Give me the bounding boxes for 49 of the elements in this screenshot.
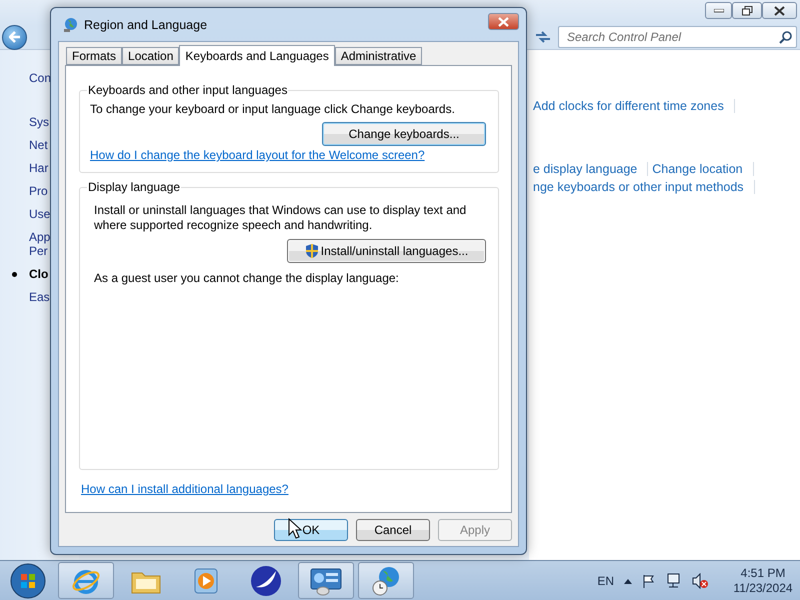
task-link[interactable]: e display language: [529, 162, 648, 176]
close-button[interactable]: [762, 2, 797, 19]
change-keyboards-button[interactable]: Change keyboards...: [322, 122, 486, 146]
instruction-text: To change your keyboard or input language click Change keyboards.: [89, 102, 456, 117]
media-player-icon: [193, 566, 219, 594]
restore-button[interactable]: [732, 2, 762, 19]
task-link[interactable]: Change location: [648, 162, 754, 176]
task-link[interactable]: Add clocks for different time zones: [529, 99, 735, 113]
group-title: Display language: [87, 180, 182, 194]
search-field[interactable]: Search Control Panel: [565, 29, 779, 45]
search-icon: [779, 30, 792, 44]
minimize-button[interactable]: [705, 2, 732, 19]
back-button[interactable]: [2, 24, 27, 50]
dialog-title: Region and Language: [84, 18, 208, 32]
start-button[interactable]: [8, 562, 48, 600]
refresh-icon[interactable]: [534, 29, 552, 45]
bird-logo-icon: [250, 564, 282, 596]
tab[interactable]: Administrative: [334, 47, 422, 65]
tab[interactable]: Keyboards and Languages: [179, 45, 335, 66]
network-icon[interactable]: [666, 572, 682, 588]
help-link[interactable]: How do I change the keyboard layout for the Welcome screen?: [90, 148, 425, 162]
language-indicator[interactable]: EN: [597, 574, 614, 588]
restore-icon: [742, 6, 752, 16]
flag-icon[interactable]: [642, 574, 656, 588]
clock-time[interactable]: 4:51 PM: [740, 566, 786, 580]
description-text: Install or uninstall languages that Windows can use to display text and where supported recognize speech and handwriting.: [93, 203, 468, 233]
globe-icon: [62, 16, 78, 32]
search-box[interactable]: Search Control Panel: [558, 26, 797, 48]
group-title: Keyboards and other input languages: [87, 83, 288, 97]
shield-icon: [304, 243, 319, 259]
mouse-pointer-icon: [288, 518, 302, 539]
install-languages-button[interactable]: Install/uninstall languages...: [287, 239, 486, 263]
task-link[interactable]: nge keyboards or other input methods: [529, 180, 755, 194]
dialog-button[interactable]: OK: [274, 519, 348, 541]
clock-date[interactable]: 11/23/2024: [733, 580, 793, 596]
show-hidden-icons-icon[interactable]: [624, 578, 632, 584]
control-panel-icon: [309, 566, 343, 596]
close-icon: [498, 16, 509, 26]
dialog-button[interactable]: Cancel: [356, 519, 430, 541]
help-link[interactable]: How can I install additional languages?: [81, 482, 288, 496]
tab[interactable]: Formats: [66, 47, 122, 65]
minimize-icon: [714, 8, 724, 12]
tab[interactable]: Location: [122, 47, 180, 65]
guest-notice: As a guest user you cannot change the display language:: [93, 271, 400, 286]
back-arrow-icon: [8, 31, 20, 43]
close-icon: [774, 6, 785, 16]
muted-speaker-icon[interactable]: [692, 572, 708, 588]
globe-clock-icon: [370, 564, 402, 596]
taskbar-button[interactable]: [298, 562, 354, 599]
